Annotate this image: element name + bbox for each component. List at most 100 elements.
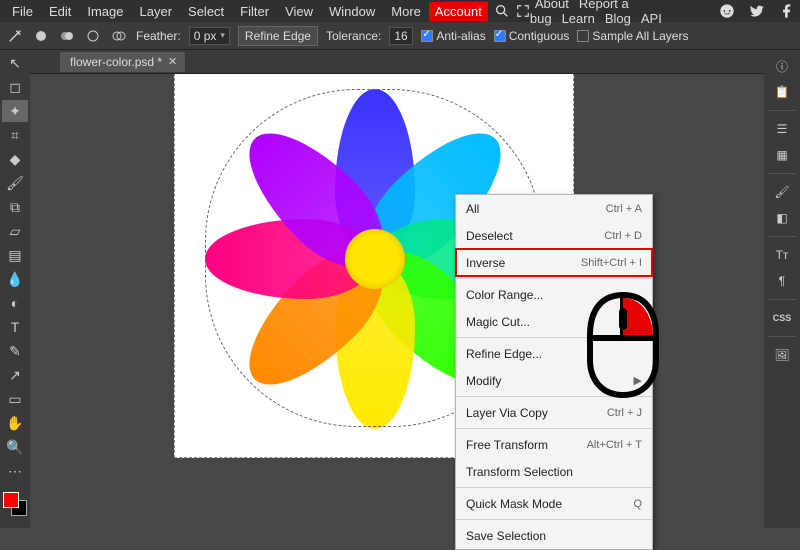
ctx-label: All bbox=[466, 202, 479, 216]
tool-eraser[interactable]: ▱ bbox=[2, 220, 28, 242]
ctx-save-selection[interactable]: Save Selection bbox=[456, 522, 652, 549]
menu-separator bbox=[456, 278, 652, 279]
ctx-label: Transform Selection bbox=[466, 465, 573, 479]
menu-select[interactable]: Select bbox=[180, 2, 232, 21]
sel-sub-icon[interactable] bbox=[84, 27, 102, 45]
ctx-label: Layer Via Copy bbox=[466, 406, 548, 420]
tool-dodge[interactable]: ◐ bbox=[2, 292, 28, 314]
ctx-label: Color Range... bbox=[466, 288, 543, 302]
menu-more[interactable]: More bbox=[383, 2, 429, 21]
ctx-shortcut: Ctrl + D bbox=[604, 230, 642, 242]
sel-add-icon[interactable] bbox=[58, 27, 76, 45]
reddit-icon[interactable] bbox=[718, 2, 736, 20]
ctx-deselect[interactable]: DeselectCtrl + D bbox=[456, 222, 652, 249]
panel-css-icon[interactable]: CSS bbox=[768, 306, 796, 330]
ctx-shortcut: Ctrl + A bbox=[606, 203, 642, 215]
sample-all-checkbox[interactable]: Sample All Layers bbox=[577, 29, 688, 43]
tool-wand[interactable]: ✦ bbox=[2, 100, 28, 122]
link-api[interactable]: API bbox=[636, 11, 667, 26]
tool-type[interactable]: T bbox=[2, 316, 28, 338]
search-icon[interactable] bbox=[494, 2, 510, 20]
panel-right: ⓘ 📋 ☰ ▦ 🖌 ◧ Tᴛ ¶ CSS 🖼 bbox=[764, 50, 800, 528]
link-blog[interactable]: Blog bbox=[600, 11, 636, 26]
ctx-label: Modify bbox=[466, 374, 501, 388]
link-learn[interactable]: Learn bbox=[557, 11, 600, 26]
tool-marquee[interactable]: ◻ bbox=[2, 76, 28, 98]
ctx-layer-via-copy[interactable]: Layer Via Copy Ctrl + J bbox=[456, 399, 652, 426]
ctx-inverse[interactable]: Inverse Shift+Ctrl + I bbox=[456, 249, 652, 276]
ctx-shortcut: Alt+Ctrl + T bbox=[587, 439, 642, 451]
tolerance-input[interactable]: 16 bbox=[389, 27, 413, 45]
sel-new-icon[interactable] bbox=[32, 27, 50, 45]
ctx-label: Inverse bbox=[466, 256, 505, 270]
tab-document[interactable]: flower-color.psd * ✕ bbox=[60, 52, 185, 72]
tool-eyedropper[interactable]: ◆ bbox=[2, 148, 28, 170]
ctx-transform-selection[interactable]: Transform Selection bbox=[456, 458, 652, 485]
tool-clone[interactable]: ⧉ bbox=[2, 196, 28, 218]
toolbar-left: ↖ ◻ ✦ ⌗ ◆ 🖌 ⧉ ▱ ▤ 💧 ◐ T ✎ ↗ ▭ ✋ 🔍 ⋯ bbox=[0, 50, 30, 528]
tool-shape[interactable]: ▭ bbox=[2, 388, 28, 410]
tool-hand[interactable]: ✋ bbox=[2, 412, 28, 434]
ctx-quick-mask-mode[interactable]: Quick Mask ModeQ bbox=[456, 490, 652, 517]
color-swatches[interactable] bbox=[1, 490, 29, 518]
options-bar: Feather: 0 px▾ Refine Edge Tolerance: 16… bbox=[0, 22, 800, 50]
menu-file[interactable]: File bbox=[4, 2, 41, 21]
document-tabs: flower-color.psd * ✕ bbox=[30, 50, 764, 74]
menu-filter[interactable]: Filter bbox=[232, 2, 277, 21]
panel-image-icon[interactable]: 🖼 bbox=[768, 343, 796, 367]
tool-brush[interactable]: 🖌 bbox=[2, 172, 28, 194]
ctx-label: Refine Edge... bbox=[466, 347, 542, 361]
ctx-label: Magic Cut... bbox=[466, 315, 530, 329]
tool-pen[interactable]: ✎ bbox=[2, 340, 28, 362]
canvas-area[interactable] bbox=[30, 50, 764, 528]
menu-layer[interactable]: Layer bbox=[132, 2, 181, 21]
ctx-label: Free Transform bbox=[466, 438, 548, 452]
tool-gradient[interactable]: ▤ bbox=[2, 244, 28, 266]
ctx-shortcut: Q bbox=[633, 498, 642, 510]
wand-icon bbox=[6, 27, 24, 45]
panel-paragraph-icon[interactable]: ¶ bbox=[768, 269, 796, 293]
panel-layers-icon[interactable]: ◧ bbox=[768, 206, 796, 230]
tool-crop[interactable]: ⌗ bbox=[2, 124, 28, 146]
panel-history-icon[interactable]: 📋 bbox=[768, 80, 796, 104]
tool-zoom[interactable]: 🔍 bbox=[2, 436, 28, 458]
feather-label: Feather: bbox=[136, 29, 181, 43]
tool-path[interactable]: ↗ bbox=[2, 364, 28, 386]
panel-brush-icon[interactable]: 🖌 bbox=[768, 180, 796, 204]
menu-account[interactable]: Account bbox=[429, 2, 488, 21]
tolerance-label: Tolerance: bbox=[326, 29, 381, 43]
ctx-label: Save Selection bbox=[466, 529, 546, 543]
panel-swatch-icon[interactable]: ▦ bbox=[768, 143, 796, 167]
tool-blur[interactable]: 💧 bbox=[2, 268, 28, 290]
menu-window[interactable]: Window bbox=[321, 2, 383, 21]
panel-adjust-icon[interactable]: ☰ bbox=[768, 117, 796, 141]
ctx-free-transform[interactable]: Free Transform Alt+Ctrl + T bbox=[456, 431, 652, 458]
ctx-all[interactable]: All Ctrl + A bbox=[456, 195, 652, 222]
fullscreen-icon[interactable] bbox=[516, 2, 530, 20]
refine-edge-button[interactable]: Refine Edge bbox=[238, 26, 318, 46]
mouse-right-click-illustration bbox=[578, 290, 668, 403]
menu-separator bbox=[456, 428, 652, 429]
facebook-icon[interactable] bbox=[778, 2, 796, 20]
sel-int-icon[interactable] bbox=[110, 27, 128, 45]
menu-view[interactable]: View bbox=[277, 2, 321, 21]
menu-image[interactable]: Image bbox=[79, 2, 131, 21]
tool-move[interactable]: ↖ bbox=[2, 52, 28, 74]
feather-input[interactable]: 0 px▾ bbox=[189, 27, 230, 45]
tool-more[interactable]: ⋯ bbox=[2, 460, 28, 482]
ctx-shortcut: Shift+Ctrl + I bbox=[581, 257, 642, 269]
menu-right: AboutReport a bugLearnBlogAPI bbox=[530, 0, 708, 26]
ctx-shortcut: Ctrl + J bbox=[607, 407, 642, 419]
menu-edit[interactable]: Edit bbox=[41, 2, 79, 21]
panel-info-icon[interactable]: ⓘ bbox=[768, 54, 796, 78]
close-icon[interactable]: ✕ bbox=[168, 55, 177, 68]
contiguous-checkbox[interactable]: Contiguous bbox=[494, 29, 570, 43]
swatch-fg[interactable] bbox=[3, 492, 19, 508]
panel-type-icon[interactable]: Tᴛ bbox=[768, 243, 796, 267]
link-about[interactable]: About bbox=[530, 0, 574, 11]
antialias-checkbox[interactable]: Anti-alias bbox=[421, 29, 485, 43]
menu-separator bbox=[456, 519, 652, 520]
tab-label: flower-color.psd * bbox=[70, 55, 162, 69]
twitter-icon[interactable] bbox=[748, 2, 766, 20]
menu-bar: FileEditImageLayerSelectFilterViewWindow… bbox=[0, 0, 800, 22]
